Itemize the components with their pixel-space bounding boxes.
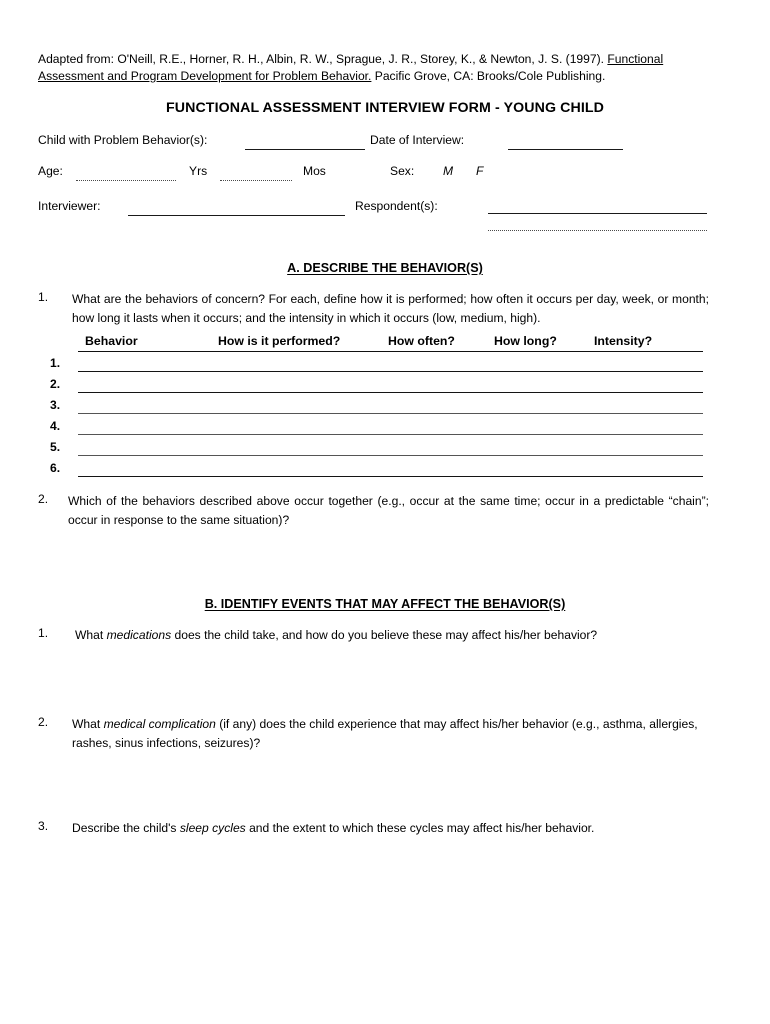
section-b-q1-part2: does the child take, and how do you beli…: [171, 628, 598, 642]
behavior-table-header-rule: [78, 351, 703, 352]
section-b-q3-emphasis: sleep cycles: [179, 821, 246, 835]
section-b-q1-number: 1.: [38, 626, 49, 640]
section-b-q1-emphasis: medications: [106, 628, 172, 642]
column-header-behavior: Behavior: [85, 334, 138, 348]
behavior-table-header: Behavior How is it performed? How often?…: [78, 334, 703, 351]
section-b-q3-text: Describe the child's sleep cycles and th…: [72, 819, 709, 838]
section-a-q2-text: Which of the behaviors described above o…: [68, 494, 709, 527]
section-b-q3-answer-area[interactable]: [72, 843, 709, 903]
sex-option-female[interactable]: F: [476, 164, 483, 178]
interviewer-field-rule: [128, 215, 345, 216]
child-behavior-field-rule: [245, 149, 365, 150]
table-row-number: 2.: [50, 377, 61, 391]
months-label: Mos: [303, 164, 326, 178]
column-header-how-performed: How is it performed?: [218, 334, 341, 348]
section-b-q2-part1: What: [72, 717, 104, 731]
citation-prefix: Adapted from: O'Neill, R.E., Horner, R. …: [38, 52, 608, 66]
table-row-number: 6.: [50, 461, 61, 475]
table-row-number: 5.: [50, 440, 61, 454]
table-row[interactable]: [78, 413, 703, 414]
section-a-q1-number: 1.: [38, 290, 49, 304]
column-header-how-often: How often?: [388, 334, 455, 348]
interviewer-label: Interviewer:: [38, 199, 101, 213]
section-a-heading: A. DESCRIBE THE BEHAVIOR(S): [0, 261, 770, 275]
date-of-interview-label: Date of Interview:: [370, 133, 465, 147]
source-citation: Adapted from: O'Neill, R.E., Horner, R. …: [38, 51, 703, 85]
section-b-q3-part2: and the extent to which these cycles may…: [245, 821, 595, 835]
respondents-label: Respondent(s):: [355, 199, 438, 213]
column-header-intensity: Intensity?: [594, 334, 653, 348]
table-row-number: 3.: [50, 398, 61, 412]
table-row[interactable]: [78, 392, 703, 393]
sex-label: Sex:: [390, 164, 415, 178]
section-a-q1-text: What are the behaviors of concern? For e…: [72, 292, 709, 325]
child-and-date-row: Child with Problem Behavior(s): Date of …: [38, 133, 738, 151]
section-b-q2-emphasis: medical complication: [103, 717, 216, 731]
section-a-q2-answer-area[interactable]: [68, 534, 709, 582]
section-a-q2-number: 2.: [38, 492, 49, 506]
table-row[interactable]: [78, 371, 703, 372]
section-b-q1-text: What medications does the child take, an…: [75, 626, 709, 645]
section-b-q2-text: What medical complication (if any) does …: [72, 715, 709, 752]
age-label: Age:: [38, 164, 63, 178]
section-b-q3-number: 3.: [38, 819, 49, 833]
table-row[interactable]: [78, 455, 703, 456]
respondents-field-rule: [488, 213, 707, 214]
table-row-number: 1.: [50, 356, 61, 370]
interviewer-and-respondents-row: Interviewer: Respondent(s):: [38, 199, 738, 231]
section-a-heading-text: A. DESCRIBE THE BEHAVIOR(S): [287, 261, 483, 275]
section-b-heading-text: B. IDENTIFY EVENTS THAT MAY AFFECT THE B…: [204, 597, 566, 611]
citation-suffix: Pacific Grove, CA: Brooks/Cole Publishin…: [371, 69, 606, 83]
section-b-q1-part1: What: [75, 628, 107, 642]
section-b-q2-number: 2.: [38, 715, 49, 729]
age-and-sex-row: Age: Yrs Mos Sex: M F: [38, 164, 738, 182]
age-years-field-rule: [76, 180, 176, 181]
page-title: FUNCTIONAL ASSESSMENT INTERVIEW FORM - Y…: [166, 100, 604, 116]
years-label: Yrs: [189, 164, 208, 178]
column-header-how-long: How long?: [494, 334, 557, 348]
age-months-field-rule: [220, 180, 292, 181]
child-behavior-label: Child with Problem Behavior(s):: [38, 133, 208, 147]
table-row[interactable]: [78, 476, 703, 477]
date-of-interview-field-rule: [508, 149, 623, 150]
section-b-q1-answer-area[interactable]: [75, 650, 709, 702]
section-b-q3-part1: Describe the child's: [72, 821, 180, 835]
respondents-field-2-rule: [488, 230, 707, 231]
table-row[interactable]: [78, 434, 703, 435]
section-b-q2-answer-area[interactable]: [72, 757, 709, 811]
document-page: Adapted from: O'Neill, R.E., Horner, R. …: [0, 0, 770, 1024]
section-b-heading: B. IDENTIFY EVENTS THAT MAY AFFECT THE B…: [0, 597, 770, 611]
sex-option-male[interactable]: M: [443, 164, 453, 178]
table-row-number: 4.: [50, 419, 61, 433]
